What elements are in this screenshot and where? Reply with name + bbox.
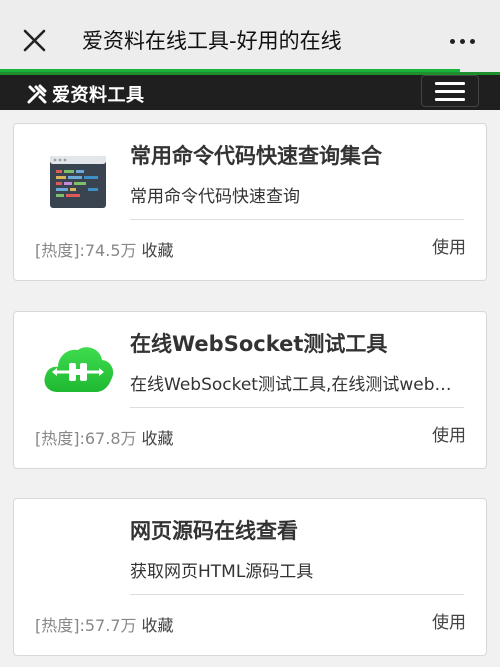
heat-count: [热度]:74.5万: [35, 241, 137, 260]
heat-count: [热度]:57.7万: [35, 616, 137, 635]
favorite-button[interactable]: 收藏: [142, 429, 174, 448]
tool-title[interactable]: 在线WebSocket测试工具: [130, 328, 470, 358]
favorite-button[interactable]: 收藏: [142, 616, 174, 635]
tool-description: 获取网页HTML源码工具: [130, 562, 314, 582]
tools-icon: [27, 84, 47, 104]
tool-title[interactable]: 常用命令代码快速查询集合: [130, 140, 470, 170]
hamburger-menu-icon: [435, 89, 465, 93]
divider: [130, 594, 464, 595]
page-title: 爱资料在线工具-好用的在线: [82, 29, 342, 53]
tool-card[interactable]: 在线WebSocket测试工具 在线WebSocket测试工具,在线测试webs…: [13, 311, 487, 469]
hamburger-menu-button[interactable]: [421, 75, 479, 107]
divider: [130, 407, 464, 408]
close-icon: [23, 29, 46, 52]
tool-title[interactable]: 网页源码在线查看: [130, 515, 470, 545]
code-window-icon: [40, 148, 112, 220]
tool-meta: [热度]:57.7万 收藏: [35, 612, 174, 636]
hamburger-menu-icon: [435, 97, 465, 101]
use-button[interactable]: 使用: [432, 233, 466, 258]
tool-description: 在线WebSocket测试工具,在线测试websocket连接: [130, 375, 452, 395]
divider: [130, 219, 464, 220]
tool-icon-placeholder: [40, 523, 112, 595]
use-button[interactable]: 使用: [432, 608, 466, 633]
more-horizontal-icon: [469, 38, 475, 44]
site-header: 爱资料工具: [0, 72, 500, 110]
more-options-button[interactable]: [438, 24, 486, 58]
site-logo[interactable]: 爱资料工具: [26, 81, 145, 107]
cloud-connection-icon: [40, 332, 116, 408]
more-horizontal-icon: [459, 38, 465, 44]
use-button[interactable]: 使用: [432, 421, 466, 446]
close-button[interactable]: [14, 20, 54, 60]
heat-count: [热度]:67.8万: [35, 429, 137, 448]
browser-top-bar: 爱资料在线工具-好用的在线: [0, 0, 500, 72]
tool-meta: [热度]:74.5万 收藏: [35, 237, 174, 261]
logo-text: 爱资料工具: [52, 85, 145, 106]
tool-card[interactable]: 常用命令代码快速查询集合 常用命令代码快速查询 [热度]:74.5万 收藏 使用: [13, 123, 487, 281]
tool-meta: [热度]:67.8万 收藏: [35, 425, 174, 449]
tool-description: 常用命令代码快速查询: [130, 187, 300, 207]
favorite-button[interactable]: 收藏: [142, 241, 174, 260]
more-horizontal-icon: [449, 38, 455, 44]
tool-card[interactable]: 网页源码在线查看 获取网页HTML源码工具 [热度]:57.7万 收藏 使用: [13, 498, 487, 656]
hamburger-menu-icon: [435, 81, 465, 85]
